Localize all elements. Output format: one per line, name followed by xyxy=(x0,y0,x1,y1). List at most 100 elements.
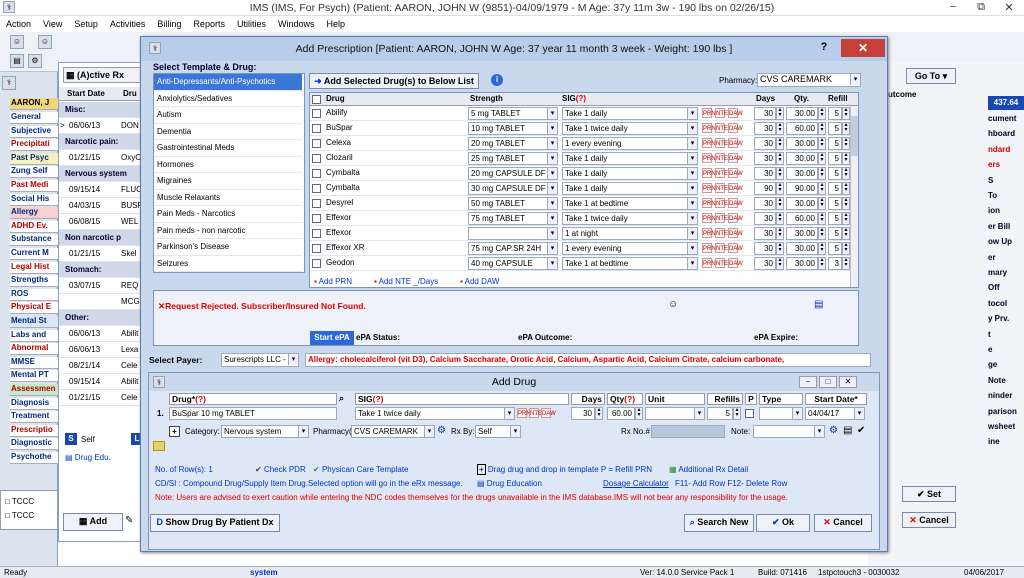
sig-select[interactable]: 1 every evening ▾ xyxy=(562,137,698,150)
daw-icon[interactable]: DAW xyxy=(728,243,743,253)
nav-item[interactable]: ROS xyxy=(10,288,58,301)
nav-item[interactable]: Mental St xyxy=(10,316,58,328)
nte-icon[interactable]: NTE xyxy=(715,243,728,253)
qty-spinner[interactable]: ▴ ▾ xyxy=(818,242,826,255)
menu-item-windows[interactable]: Windows xyxy=(272,16,321,29)
show-drug-by-dx-button[interactable]: D Show Drug By Patient Dx xyxy=(150,514,280,532)
start-date-header[interactable]: Start Date xyxy=(67,87,105,101)
nav-item[interactable]: Current M xyxy=(10,248,58,260)
nte-icon[interactable]: NTE xyxy=(715,168,728,178)
daw-icon[interactable]: DAW xyxy=(728,198,743,208)
patient-name[interactable]: AARON, J xyxy=(10,98,58,110)
qty-input[interactable]: 30.00 xyxy=(786,227,818,240)
prn-icon[interactable]: PRN xyxy=(702,168,716,178)
right-nav-item[interactable]: ndard xyxy=(988,145,1024,154)
right-nav-item[interactable]: parison xyxy=(988,407,1024,416)
drug-checkbox[interactable] xyxy=(312,229,321,238)
strength-select[interactable]: 30 mg CAPSULE DF ▾ xyxy=(468,182,558,195)
nav-item[interactable]: Allergy xyxy=(10,207,58,220)
rx-row[interactable]: 08/21/14 Cele xyxy=(59,358,147,374)
category-item[interactable]: Muscle Relaxants xyxy=(154,190,302,206)
rx-row[interactable]: 09/15/14 FLUC xyxy=(59,182,147,198)
right-nav-item[interactable]: S xyxy=(988,176,1024,185)
nav-item[interactable]: Strengths xyxy=(10,275,58,288)
days-input[interactable]: 30 xyxy=(754,107,776,120)
qty-spinner[interactable]: ▴ ▾ xyxy=(818,197,826,210)
qty-spinner[interactable]: ▴ ▾ xyxy=(818,227,826,240)
nav-item[interactable]: Zung Self xyxy=(10,166,58,179)
days-input[interactable]: 90 xyxy=(754,182,776,195)
menu-item-billing[interactable]: Billing xyxy=(151,16,187,29)
days-input[interactable]: 30 xyxy=(754,242,776,255)
qty-spinner[interactable]: ▴ ▾ xyxy=(818,107,826,120)
days-spinner[interactable]: ▴ ▾ xyxy=(776,242,784,255)
start-epa-button[interactable]: Start ePA xyxy=(310,331,354,345)
days-input[interactable]: 30 xyxy=(754,137,776,150)
days-spinner[interactable]: ▴ ▾ xyxy=(776,107,784,120)
drug-checkbox[interactable] xyxy=(312,199,321,208)
nte-icon[interactable]: NTE xyxy=(715,213,728,223)
add-nte-link[interactable]: ▪ Add NTE _/Days xyxy=(374,277,438,286)
scrollbar-thumb[interactable] xyxy=(851,116,858,156)
right-nav-item[interactable]: To xyxy=(988,191,1024,200)
drug-education-link[interactable]: ▤ Drug Education xyxy=(477,479,542,488)
strength-select[interactable]: 5 mg TABLET ▾ xyxy=(468,107,558,120)
rx-row[interactable]: 03/07/15 REQ xyxy=(59,278,147,294)
nte-icon[interactable]: NTE xyxy=(715,108,728,118)
days-input[interactable]: 30 xyxy=(754,257,776,270)
expand-icon[interactable]: + xyxy=(169,426,180,437)
nav-item[interactable]: Precipitati xyxy=(10,139,58,152)
sig-select[interactable]: Take 1 twice daily ▾ xyxy=(562,212,698,225)
daw-icon[interactable]: DAW xyxy=(728,138,743,148)
drug-row[interactable]: Cymbalta 30 mg CAPSULE DF ▾ Take 1 daily ▾ PR… xyxy=(310,181,858,196)
panel-minimize-button[interactable]: − xyxy=(799,376,817,388)
right-nav-item[interactable]: cument xyxy=(988,114,1024,123)
refill-spinner[interactable]: ▴ ▾ xyxy=(842,152,850,165)
nte-icon[interactable]: NTE xyxy=(715,153,728,163)
rx-row[interactable]: 01/21/15 Cele xyxy=(59,390,147,406)
refill-column-header[interactable]: Refill xyxy=(828,93,848,105)
days-spinner[interactable]: ▴ ▾ xyxy=(776,122,784,135)
qty-input[interactable]: 90.00 xyxy=(786,182,818,195)
restore-button[interactable]: ⧉ xyxy=(968,1,994,15)
menu-item-view[interactable]: View xyxy=(37,16,68,29)
category-item[interactable]: Anxiolytics/Sedatives xyxy=(154,91,302,107)
days-input[interactable]: 30 xyxy=(754,167,776,180)
sig-select[interactable]: Take 1 daily ▾ xyxy=(562,167,698,180)
days-spinner[interactable]: ▴ ▾ xyxy=(776,137,784,150)
days-input[interactable]: 30 xyxy=(754,197,776,210)
right-nav-item[interactable]: tocol xyxy=(988,299,1024,308)
right-nav-item[interactable]: er xyxy=(988,253,1024,262)
prn-icon[interactable]: PRN xyxy=(517,408,531,418)
add-rx-button[interactable]: ▦ Add xyxy=(63,513,123,531)
care-template-link[interactable]: ✔ Physican Care Template xyxy=(313,465,409,474)
user-icon[interactable]: ☺ xyxy=(10,35,24,49)
nav-item[interactable]: Social His xyxy=(10,193,58,206)
right-nav-item[interactable]: wsheet xyxy=(988,422,1024,431)
refill-spinner[interactable]: ▴ ▾ xyxy=(842,197,850,210)
days-input[interactable]: 30 xyxy=(754,227,776,240)
drug-checkbox[interactable] xyxy=(312,139,321,148)
right-nav-item[interactable]: ge xyxy=(988,360,1024,369)
nav-item[interactable]: Mental PT xyxy=(10,370,58,383)
rx-row[interactable]: 06/06/13 Abilit xyxy=(59,326,147,342)
grid-scrollbar[interactable] xyxy=(850,106,858,287)
refill-input[interactable]: 5 xyxy=(828,167,842,180)
goto-button[interactable]: Go To ▾ xyxy=(906,68,956,84)
prn-icon[interactable]: PRN xyxy=(702,138,716,148)
prn-icon[interactable]: PRN xyxy=(702,243,716,253)
daw-icon[interactable]: DAW xyxy=(728,168,743,178)
drug-header[interactable]: Dru xyxy=(123,87,137,101)
nav-item[interactable]: Diagnosis xyxy=(10,397,58,410)
drug-row[interactable]: Effexor ▾ 1 at night ▾ PRN NTE DAW 30 ▴ ▾ 30.00 ▴ ▾ 5… xyxy=(310,226,858,241)
refill-spinner[interactable]: ▴ ▾ xyxy=(842,167,850,180)
qty-spinner[interactable]: ▴ ▾ xyxy=(818,257,826,270)
type-select[interactable]: ▾ xyxy=(759,407,803,420)
drug-row[interactable]: BuSpar 10 mg TABLET ▾ Take 1 twice daily ▾ PR… xyxy=(310,121,858,136)
days-input[interactable]: 30 xyxy=(754,212,776,225)
nav-item[interactable]: Treatment xyxy=(10,411,58,424)
days-input[interactable]: 30 xyxy=(571,407,595,420)
refill-spinner[interactable]: ▴ ▾ xyxy=(842,212,850,225)
note-select[interactable]: ▾ xyxy=(753,425,825,438)
drug-checkbox[interactable] xyxy=(312,244,321,253)
